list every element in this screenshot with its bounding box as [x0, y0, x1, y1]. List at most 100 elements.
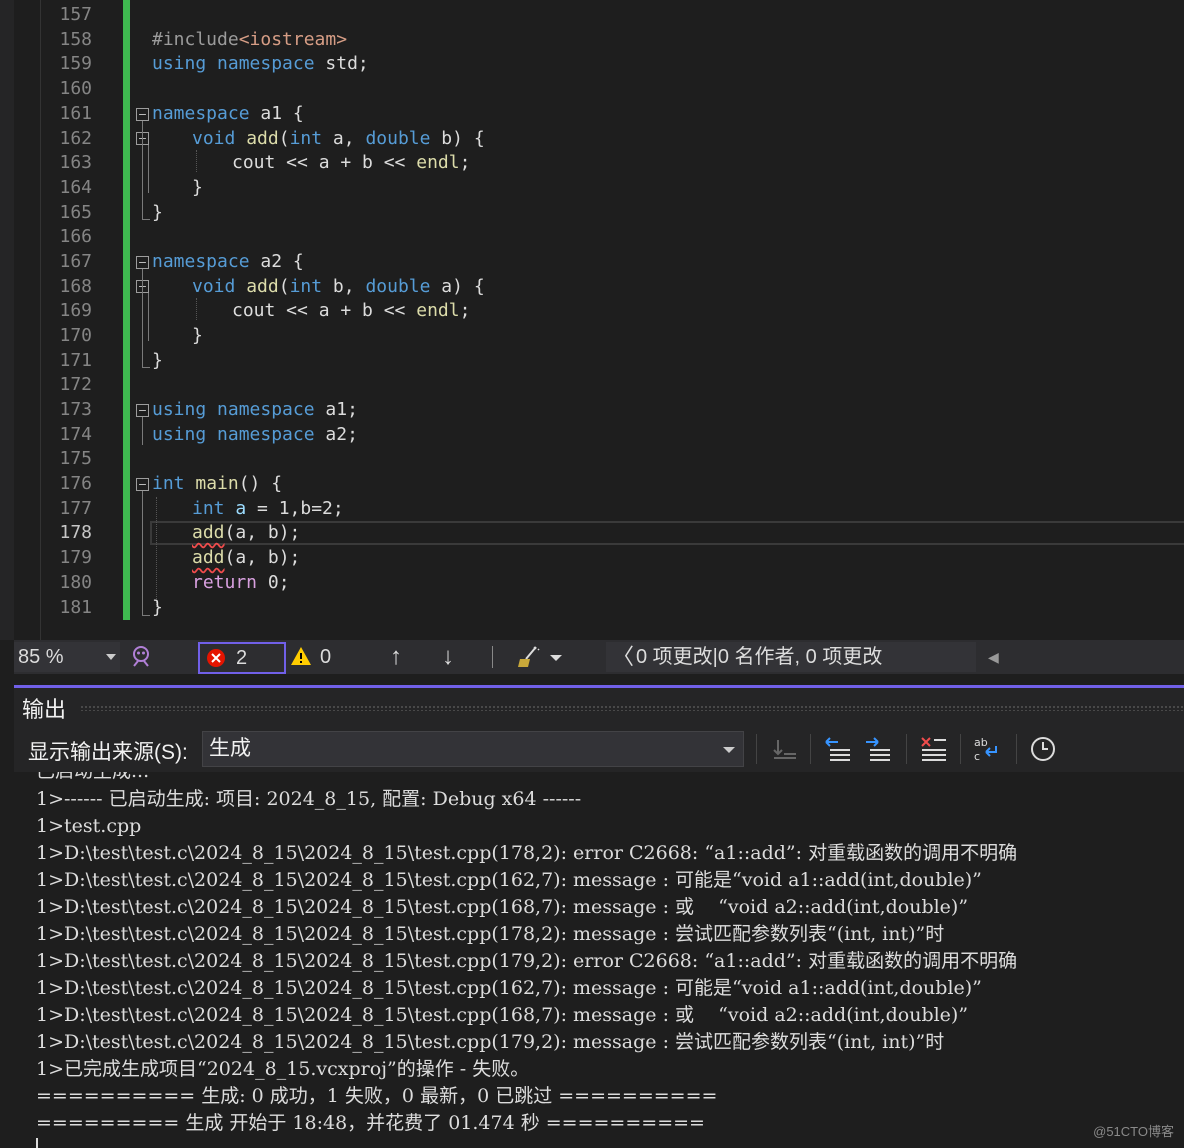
line-number: 172	[59, 374, 92, 395]
line-number: 163	[59, 152, 92, 173]
code-line: void add(int a, double b) {	[192, 128, 485, 149]
fold-line	[142, 491, 143, 615]
go-to-next-message-icon[interactable]	[862, 734, 892, 764]
code-line: using namespace a1;	[152, 399, 358, 420]
clock-icon[interactable]	[1028, 734, 1058, 764]
find-message-in-code-icon[interactable]	[770, 734, 800, 764]
code-line: return 0;	[192, 572, 290, 593]
code-line: }	[152, 350, 163, 371]
code-line: #include<iostream>	[152, 29, 348, 50]
code-line: cout << a + b << endl;	[232, 300, 471, 321]
copilot-icon[interactable]	[130, 640, 152, 685]
line-number: 158	[59, 29, 92, 50]
svg-text:ab: ab	[974, 736, 988, 749]
code-line: }	[192, 177, 203, 198]
line-number-current: 178	[59, 522, 92, 543]
code-line: cout << a + b << endl;	[232, 152, 471, 173]
output-text-area[interactable]: 已启动生成... 1>------ 已启动生成: 项目: 2024_8_15, …	[14, 772, 1184, 1148]
git-changes-indicator[interactable]: 〈 0 项更改|0 名作者, 0 项更改	[606, 642, 976, 672]
code-line: namespace a2 {	[152, 251, 304, 272]
fold-line	[142, 417, 143, 445]
code-line: int a = 1,b=2;	[192, 498, 344, 519]
watermark: @51CTO博客	[1093, 1124, 1174, 1139]
output-source-select[interactable]: 生成	[202, 731, 744, 767]
divider	[906, 734, 907, 764]
divider	[1016, 734, 1017, 764]
code-line: using namespace a2;	[152, 424, 358, 445]
line-number: 179	[59, 547, 92, 568]
changes-text: 0 项更改|0 名作者, 0 项更改	[636, 646, 883, 668]
error-count: 2	[236, 647, 248, 669]
line-number: 157	[59, 4, 92, 25]
code-line: int main() {	[152, 473, 283, 494]
change-tracking-bar	[123, 0, 130, 620]
line-number: 168	[59, 276, 92, 297]
previous-issue-arrow-up-icon[interactable]: ↑	[390, 640, 402, 674]
output-line: 1>------ 已启动生成: 项目: 2024_8_15, 配置: Debug…	[36, 788, 582, 810]
output-line: 1>D:\test\test.c\2024_8_15\2024_8_15\tes…	[36, 950, 1018, 972]
output-line: 1>已完成生成项目“2024_8_15.vcxproj”的操作 - 失败。	[36, 1058, 530, 1080]
indent-guide	[156, 497, 157, 607]
output-source-value: 生成	[209, 737, 251, 760]
collapse-icon[interactable]: −	[136, 478, 149, 491]
editor-left-strip	[0, 0, 15, 640]
fold-line	[142, 121, 143, 219]
line-number: 170	[59, 325, 92, 346]
code-line-current: add(a, b);	[192, 522, 301, 543]
divider	[810, 734, 811, 764]
line-number: 180	[59, 572, 92, 593]
word-wrap-icon[interactable]: ab c	[972, 734, 1002, 764]
divider	[960, 734, 961, 764]
line-number: 174	[59, 424, 92, 445]
svg-text:c: c	[974, 750, 980, 763]
output-panel: 输出 显示输出来源(S): 生成 abc 已启动生成... 1>------ 已…	[14, 688, 1184, 1148]
output-line: 已启动生成...	[36, 772, 149, 785]
output-line: 1>D:\test\test.c\2024_8_15\2024_8_15\tes…	[36, 896, 969, 918]
output-line: ========= 生成 开始于 18:48，并花费了 01.474 秒 ===…	[36, 1112, 705, 1134]
editor-status-bar: 85 % 2 0 ↑ ↓ 〈 0 项更改|0 名作者, 0 项更改 ◀	[14, 640, 1184, 674]
output-line: 1>D:\test\test.c\2024_8_15\2024_8_15\tes…	[36, 842, 1018, 864]
line-number: 169	[59, 300, 92, 321]
panel-title: 输出	[22, 697, 67, 722]
fold-end	[142, 219, 150, 220]
code-line: void add(int b, double a) {	[192, 276, 485, 297]
fold-line	[142, 269, 143, 367]
output-line: 1>D:\test\test.c\2024_8_15\2024_8_15\tes…	[36, 869, 982, 891]
code-line: }	[152, 202, 163, 223]
code-line: namespace a1 {	[152, 103, 304, 124]
panel-drag-handle[interactable]	[80, 705, 1184, 711]
divider	[492, 646, 493, 668]
line-number: 181	[59, 597, 92, 618]
fold-end	[142, 615, 150, 616]
collapse-icon[interactable]: −	[136, 256, 149, 269]
collapse-icon[interactable]: −	[136, 404, 149, 417]
error-count-button[interactable]: 2	[198, 642, 286, 674]
collapse-icon[interactable]: −	[136, 108, 149, 121]
zoom-value: 85 %	[18, 646, 64, 668]
line-number: 176	[59, 473, 92, 494]
divider	[756, 734, 757, 764]
zoom-dropdown[interactable]: 85 %	[14, 642, 120, 672]
line-number: 171	[59, 350, 92, 371]
warning-count: 0	[320, 646, 332, 668]
line-number: 162	[59, 128, 92, 149]
line-number: 159	[59, 53, 92, 74]
go-to-previous-message-icon[interactable]	[822, 734, 852, 764]
line-number: 177	[59, 498, 92, 519]
output-line: 1>D:\test\test.c\2024_8_15\2024_8_15\tes…	[36, 1031, 945, 1053]
chevron-left-icon: 〈	[612, 644, 635, 669]
clear-all-icon[interactable]	[918, 734, 948, 764]
code-editor[interactable]: 157 158 159 160 161 162 163 164 165 166 …	[0, 0, 1184, 640]
error-squiggle: add	[192, 522, 225, 543]
next-issue-arrow-down-icon[interactable]: ↓	[442, 640, 454, 674]
code-line: add(a, b);	[192, 547, 301, 568]
line-number: 165	[59, 202, 92, 223]
output-line: 1>D:\test\test.c\2024_8_15\2024_8_15\tes…	[36, 1004, 969, 1026]
indent-guide	[196, 150, 197, 172]
code-line: }	[152, 597, 163, 618]
scroll-left-icon[interactable]: ◀	[988, 640, 999, 674]
fold-line	[148, 145, 149, 193]
line-number: 167	[59, 251, 92, 272]
output-line: 1>D:\test\test.c\2024_8_15\2024_8_15\tes…	[36, 923, 945, 945]
code-line: }	[192, 325, 203, 346]
